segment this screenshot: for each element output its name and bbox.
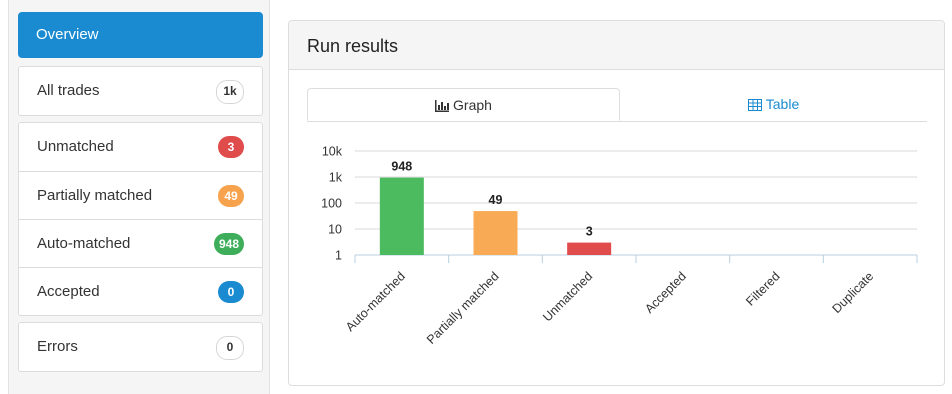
bar	[473, 211, 518, 255]
y-tick-label: 10k	[322, 145, 343, 159]
nav-item-label: All trades	[37, 82, 100, 99]
nav-group-errors: Errors 0	[18, 322, 263, 372]
bar	[567, 242, 612, 255]
count-badge: 0	[218, 281, 244, 303]
count-badge: 49	[218, 185, 244, 207]
x-tick-label: Unmatched	[540, 269, 595, 324]
data-label: 3	[586, 225, 593, 239]
y-tick-label: 1k	[329, 171, 343, 185]
y-tick-label: 1	[335, 249, 342, 263]
nav-item-unmatched[interactable]: Unmatched 3	[19, 123, 262, 171]
nav-group-all: All trades 1k	[18, 66, 263, 116]
y-tick-label: 100	[321, 197, 342, 211]
nav-item-auto-matched[interactable]: Auto-matched 948	[19, 219, 262, 267]
y-tick-label: 10	[328, 223, 342, 237]
nav-item-label: Errors	[37, 338, 78, 355]
nav-item-accepted[interactable]: Accepted 0	[19, 267, 262, 315]
nav-item-label: Partially matched	[37, 187, 153, 204]
nav-item-label: Unmatched	[37, 138, 114, 155]
count-badge: 948	[213, 233, 244, 255]
nav-item-partially-matched[interactable]: Partially matched 49	[19, 171, 262, 219]
x-tick-label: Duplicate	[830, 269, 877, 316]
count-badge: 0	[216, 336, 244, 360]
nav-overview[interactable]: Overview	[18, 12, 263, 58]
nav-item-label: Accepted	[37, 283, 100, 300]
bar	[379, 177, 424, 255]
nav-item-all-trades[interactable]: All trades 1k	[19, 67, 262, 115]
nav-group-status: Unmatched 3 Partially matched 49 Auto-ma…	[18, 122, 263, 316]
sidebar: Overview All trades 1k Unmatched 3 Parti…	[8, 0, 270, 394]
run-results-panel: Run results Graph Table 1 10 100 1k 10k 948 Au…	[288, 20, 945, 386]
count-badge: 3	[218, 136, 244, 158]
nav-item-errors[interactable]: Errors 0	[19, 323, 262, 371]
x-tick-label: Auto-matched	[343, 269, 408, 334]
data-label: 948	[391, 160, 412, 174]
count-badge: 1k	[216, 80, 244, 104]
nav-item-label: Auto-matched	[37, 235, 131, 252]
data-label: 49	[489, 193, 503, 207]
x-tick-label: Filtered	[743, 269, 782, 308]
run-results-chart: 1 10 100 1k 10k 948 Auto-matched 49 Partially ma…	[321, 145, 918, 347]
x-tick-label: Partially matched	[424, 269, 502, 347]
x-tick-label: Accepted	[642, 269, 689, 316]
